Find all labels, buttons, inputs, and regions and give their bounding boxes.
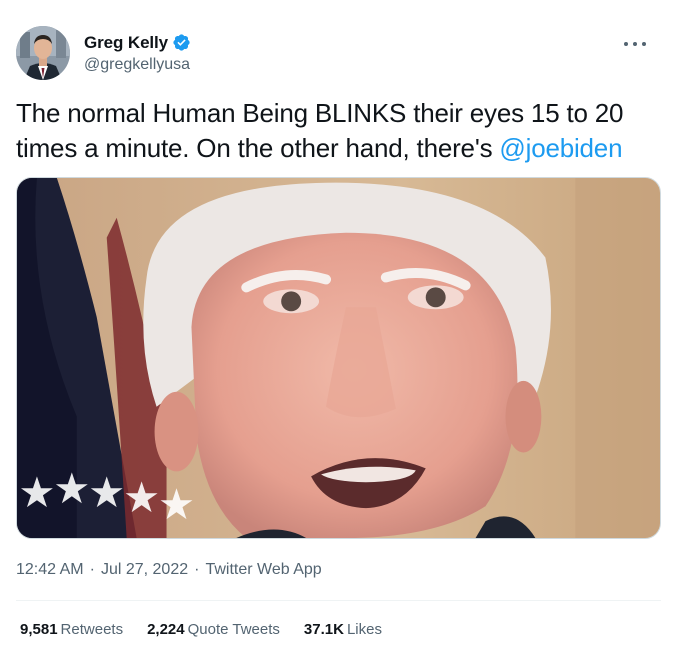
tweet-text: The normal Human Being BLINKS their eyes… [16,96,666,166]
tweet-header: Greg Kelly @gregkellyusa [16,26,664,80]
avatar[interactable] [16,26,70,80]
more-dot [633,42,637,46]
tweet-card: Greg Kelly @gregkellyusa The normal Huma… [0,0,680,661]
stat-label: Likes [346,621,382,638]
more-dot [642,42,646,46]
tweet-date[interactable]: Jul 27, 2022 [101,561,188,579]
meta-separator: · [194,561,200,578]
stat-label: Retweets [60,621,124,638]
stat-value: 2,224 [147,621,185,638]
quote-tweets-stat[interactable]: 2,224 Quote Tweets [147,621,280,638]
tweet-stats: 9,581 Retweets 2,224 Quote Tweets 37.1K Lik… [20,621,406,638]
display-name[interactable]: Greg Kelly [84,33,168,53]
divider [16,600,661,601]
likes-stat[interactable]: 37.1K Likes [304,621,382,638]
stat-value: 37.1K [303,621,344,638]
author-names: Greg Kelly @gregkellyusa [84,33,191,74]
verified-badge-icon [173,34,190,51]
mention-link[interactable]: @joebiden [499,133,622,163]
tweet-source[interactable]: Twitter Web App [205,561,321,579]
more-dot [624,42,628,46]
tweet-time[interactable]: 12:42 AM [16,561,84,579]
meta-separator: · [89,561,95,578]
author-handle[interactable]: @gregkellyusa [84,56,191,74]
video-still-image [17,178,660,538]
name-row: Greg Kelly [84,33,191,53]
tweet-media[interactable] [16,177,661,539]
retweets-stat[interactable]: 9,581 Retweets [20,621,123,638]
stat-label: Quote Tweets [187,621,280,638]
more-options-icon[interactable] [624,36,646,52]
stat-value: 9,581 [20,621,58,638]
tweet-meta: 12:42 AM · Jul 27, 2022 · Twitter Web Ap… [16,561,322,579]
